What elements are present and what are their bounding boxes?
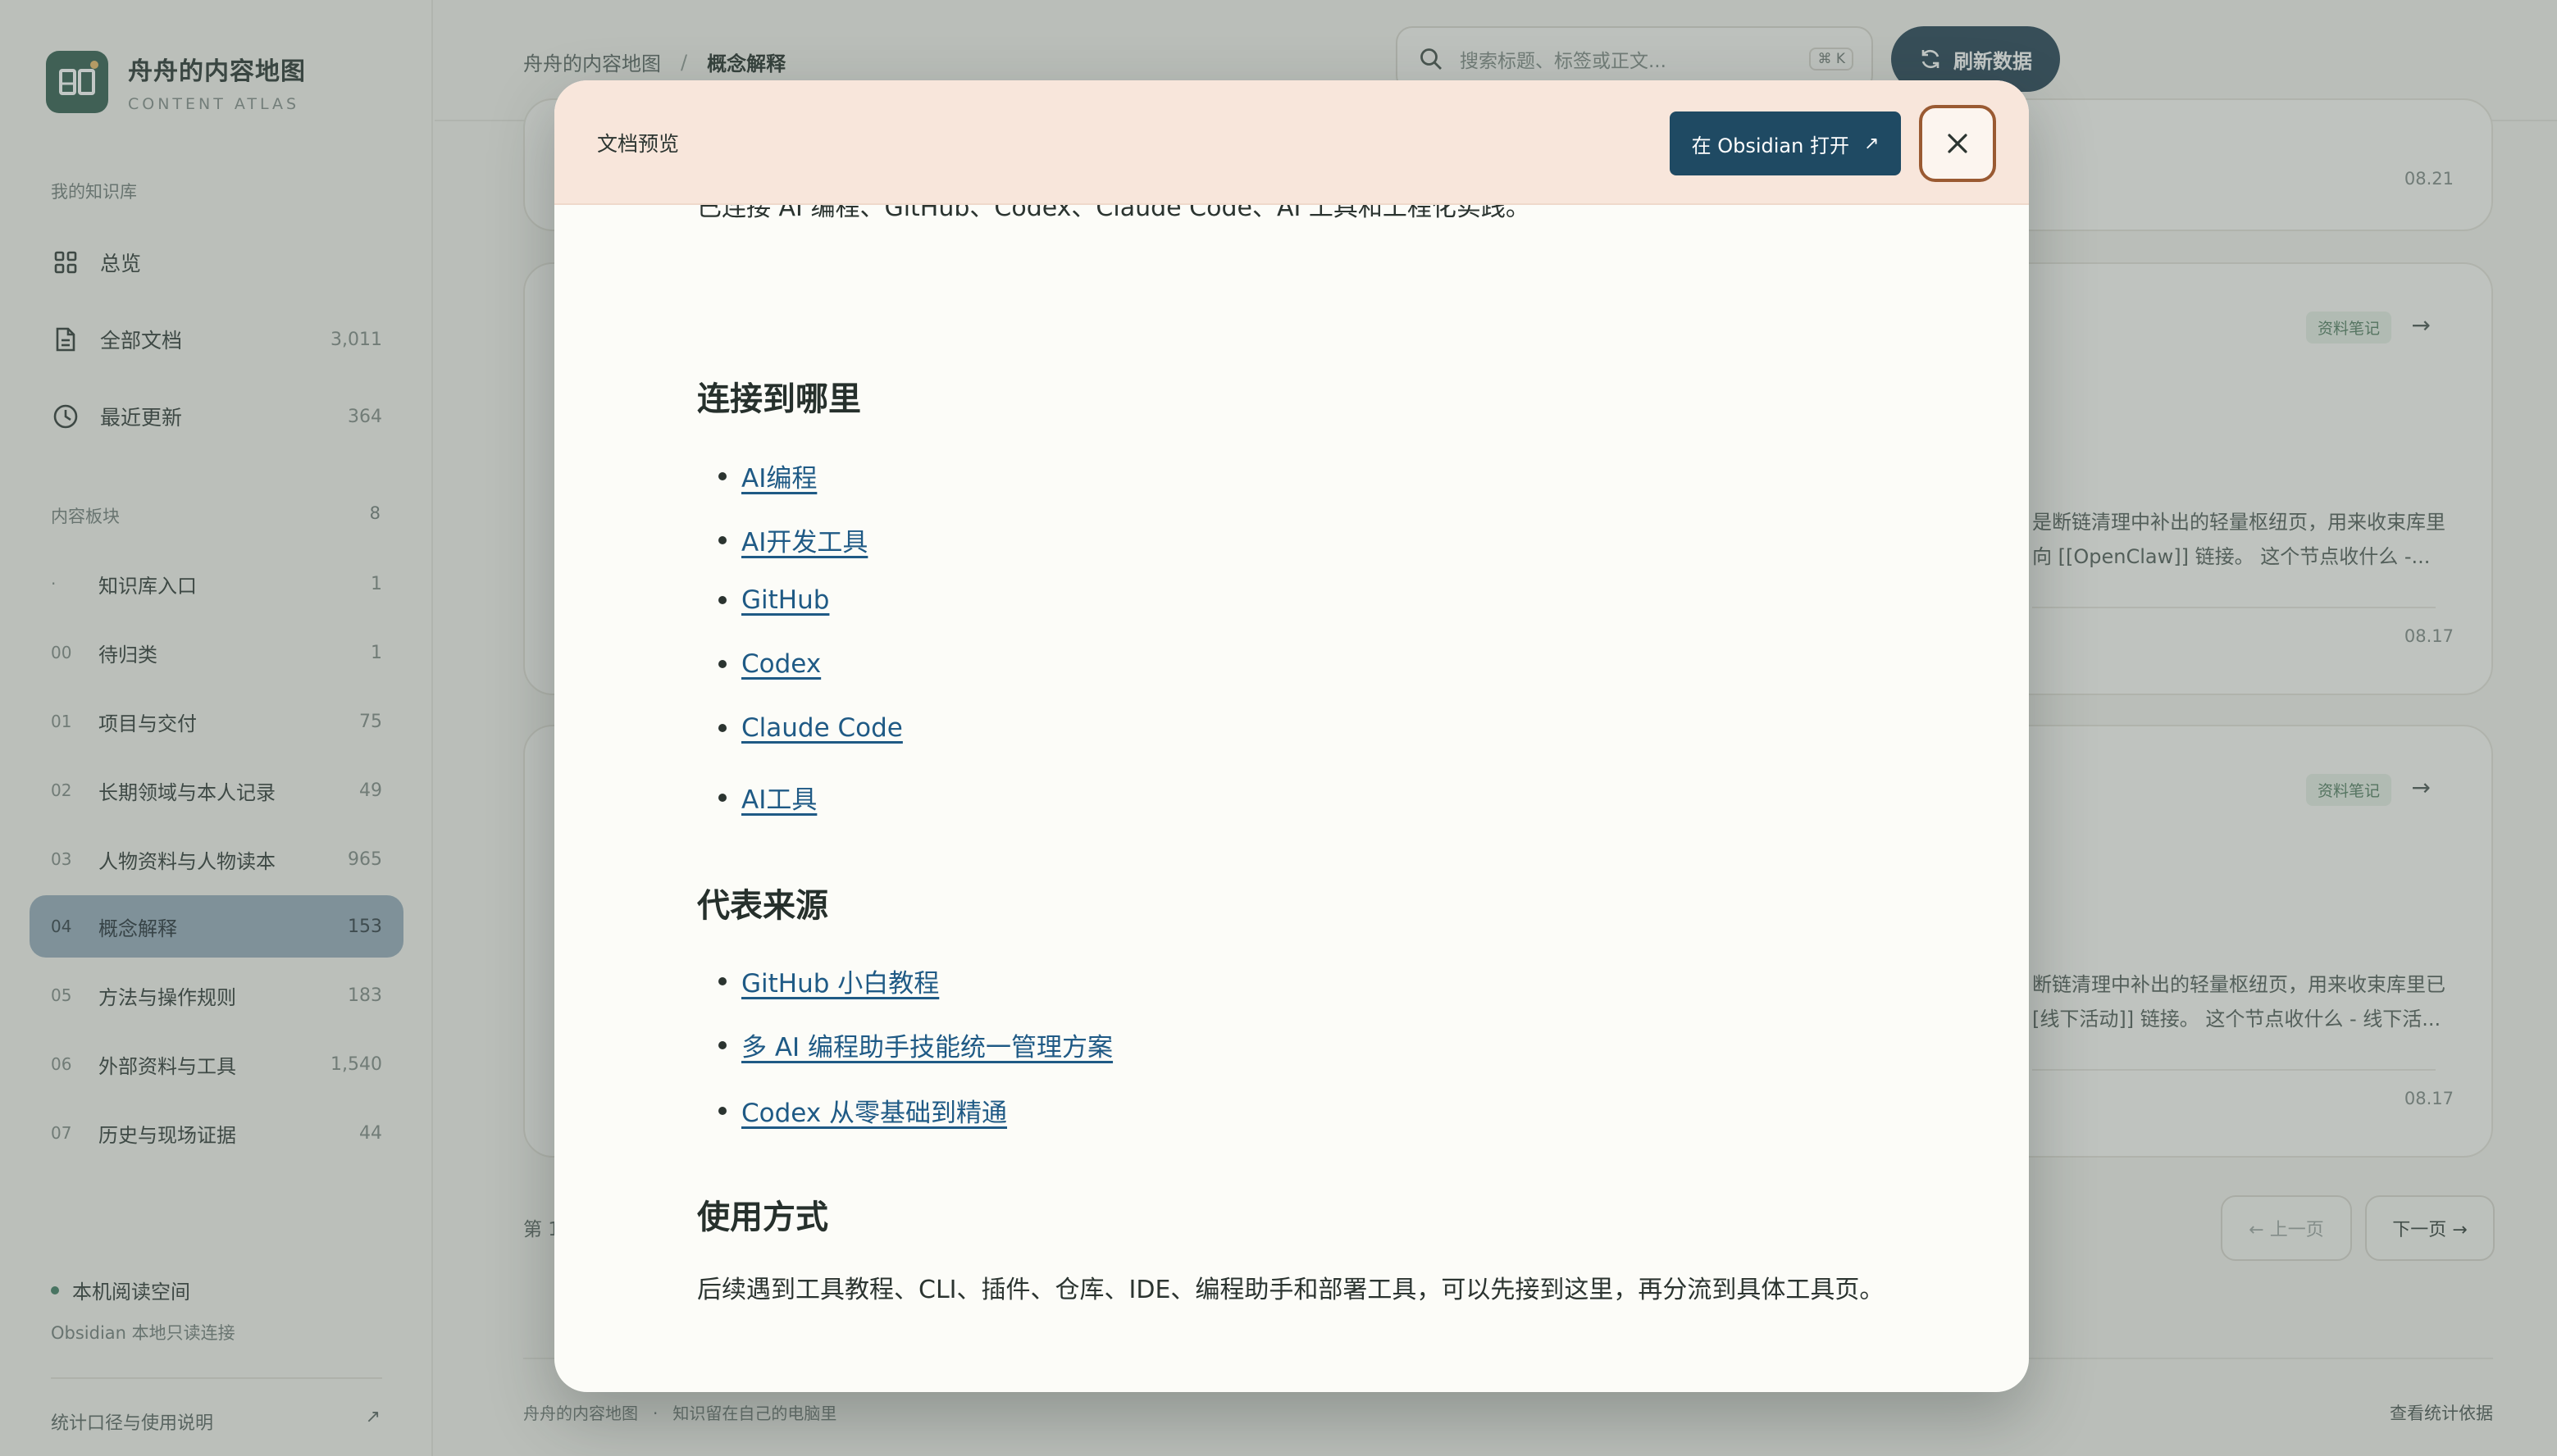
- wiki-link[interactable]: 多 AI 编程助手技能统一管理方案: [741, 1026, 1113, 1063]
- list-item: Codex: [718, 649, 821, 679]
- list-item: Claude Code: [718, 713, 903, 743]
- open-button-label: 在 Obsidian 打开: [1691, 134, 1849, 157]
- app-window: 舟舟的内容地图 CONTENT ATLAS 我的知识库 总览 全部文档 3,01…: [0, 0, 2557, 1456]
- section-heading: 连接到哪里: [697, 380, 861, 418]
- list-item: 多 AI 编程助手技能统一管理方案: [718, 1026, 1113, 1063]
- document-preview-modal: 文档预览 在 Obsidian 打开 ↗ 已连接 AI 编程、GitHub、Co…: [554, 80, 2029, 1392]
- paragraph: 后续遇到工具教程、CLI、插件、仓库、IDE、编程助手和部署工具，可以先接到这里…: [697, 1276, 1885, 1304]
- wiki-link[interactable]: Claude Code: [741, 713, 903, 743]
- wiki-link[interactable]: AI工具: [741, 779, 817, 816]
- wiki-link[interactable]: Codex 从零基础到精通: [741, 1092, 1007, 1129]
- wiki-link[interactable]: Codex: [741, 649, 821, 679]
- open-in-obsidian-button[interactable]: 在 Obsidian 打开 ↗: [1670, 111, 1901, 175]
- close-icon: [1948, 134, 1967, 153]
- list-item: AI工具: [718, 779, 817, 816]
- wiki-link[interactable]: AI编程: [741, 457, 817, 494]
- modal-content: 已连接 AI 编程、GitHub、Codex、Claude Code、AI 工具…: [554, 193, 2029, 1392]
- close-button[interactable]: [1919, 105, 1996, 182]
- list-item: GitHub 小白教程: [718, 962, 939, 999]
- list-item: AI开发工具: [718, 521, 868, 558]
- list-item: GitHub: [718, 585, 829, 615]
- modal-title: 文档预览: [597, 132, 680, 156]
- external-link-icon: ↗: [1863, 133, 1880, 154]
- section-heading: 使用方式: [697, 1199, 828, 1236]
- modal-header: 文档预览 在 Obsidian 打开 ↗: [554, 80, 2029, 205]
- list-item: AI编程: [718, 457, 817, 494]
- section-heading: 代表来源: [697, 887, 828, 925]
- wiki-link[interactable]: AI开发工具: [741, 521, 868, 558]
- list-item: Codex 从零基础到精通: [718, 1092, 1007, 1129]
- wiki-link[interactable]: GitHub: [741, 585, 829, 615]
- wiki-link[interactable]: GitHub 小白教程: [741, 962, 939, 999]
